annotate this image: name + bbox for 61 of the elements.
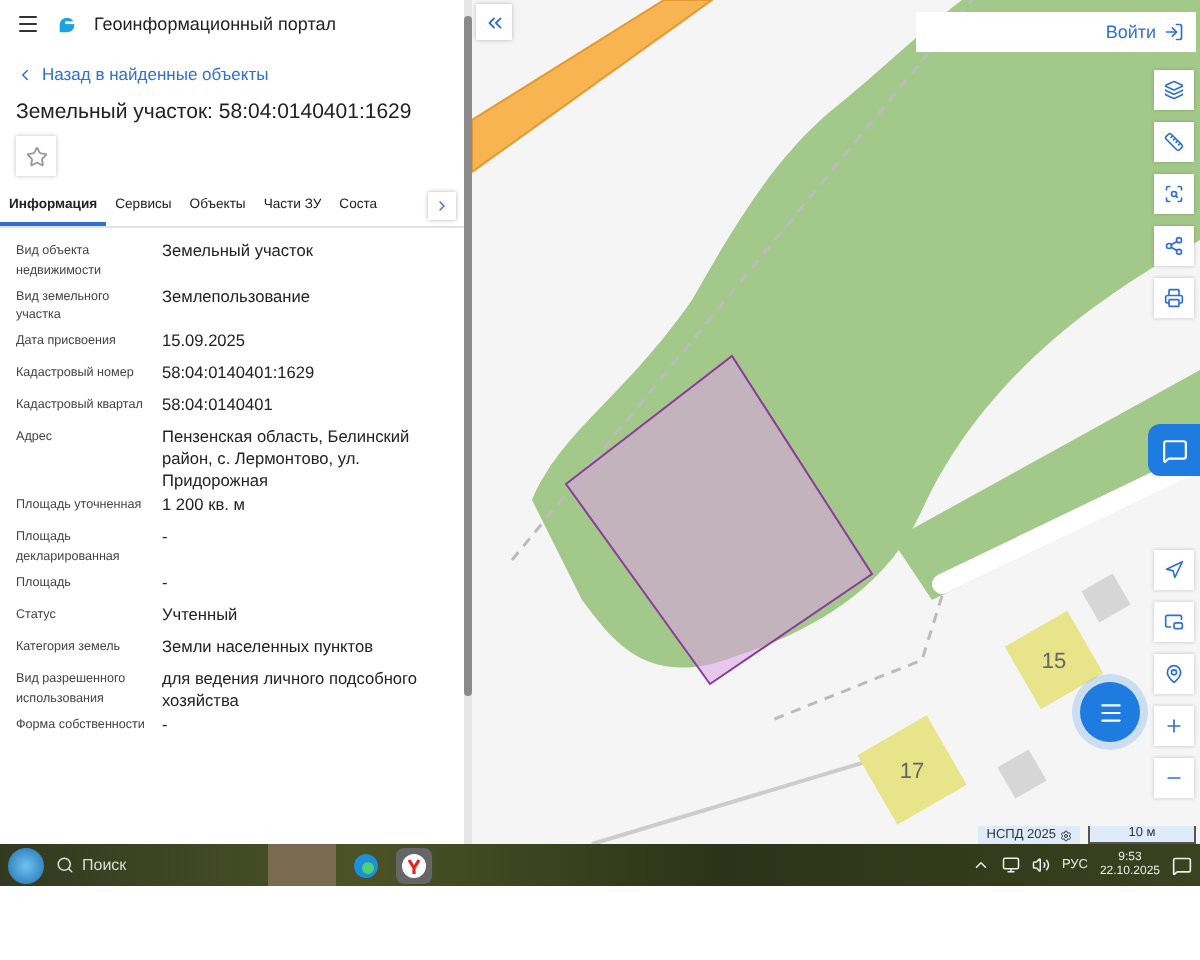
browser-taskbar-icon[interactable] [396,847,432,883]
property-value: 1 200 кв. м [162,494,247,517]
favorite-button[interactable] [16,136,56,176]
share-icon [1164,236,1184,256]
double-chevron-left-icon [483,11,505,33]
property-value: 58:04:0140401:1629 [162,362,317,384]
notifications-icon [1172,855,1192,875]
map-tool-button[interactable] [1154,226,1194,266]
photo-placeholder [268,844,336,886]
zoom-in-icon [1164,716,1184,736]
scrollbar[interactable] [464,0,472,844]
network-icon [1001,856,1020,874]
collapse-panel-button[interactable] [476,4,512,40]
login-button[interactable]: Войти [916,12,1196,52]
chat-button[interactable] [1080,682,1140,742]
gear-icon [1060,829,1072,841]
building-number: 17 [899,760,925,784]
map-tool-button[interactable] [1154,602,1194,642]
object-title: Земельный участок: 58:04:0140401:1629 [14,98,414,128]
menu-lines-icon [1097,699,1123,725]
picture-in-picture-icon [1164,612,1184,632]
map-tool-button[interactable] [1154,174,1194,214]
map-tool-button[interactable] [1154,70,1194,110]
map-tool-button[interactable] [1154,278,1194,318]
speech-bubble-icon [1161,437,1187,463]
menu-icon[interactable] [16,12,40,36]
feedback-tab[interactable] [1148,424,1200,476]
property-value: Землепользование [162,285,312,307]
select-area-icon [1164,184,1184,204]
building-number: 15 [1041,650,1067,674]
volume-icon [1031,856,1050,874]
navigation-arrow-icon [1164,560,1184,580]
star-icon [25,145,47,167]
property-value: Земельный участок [162,240,316,262]
chevron-left-icon [16,65,34,83]
property-value: Земли населенных пунктов [162,635,376,658]
print-icon [1164,288,1184,308]
map-tool-button[interactable] [1154,550,1194,590]
map-tool-button[interactable] [1154,706,1194,746]
start-button[interactable] [8,847,44,883]
portal-logo-icon [56,13,78,35]
chevron-right-icon [434,198,450,214]
map-pin-icon [1164,664,1184,684]
app-title: Геоинформационный портал [94,14,336,34]
property-value: - [162,714,170,737]
map-tool-button[interactable] [1154,122,1194,162]
login-icon [1164,22,1184,42]
layers-icon [1164,80,1184,100]
land-parcel[interactable] [564,354,874,686]
property-value: 15.09.2025 [162,330,248,352]
ruler-icon [1164,132,1184,152]
map-tool-button[interactable] [1154,654,1194,694]
property-value: - [162,526,170,549]
property-value: - [162,571,170,594]
property-value: 58:04:0140401 [162,394,275,416]
property-value: Пензенская область, Белинский район, с. Лермонтово, ул. Придорожная [162,426,412,491]
search-icon [56,856,74,874]
property-value: для ведения личного подсобного хозяйства [162,667,419,711]
back-link[interactable]: Назад в найденные объекты [0,48,464,92]
property-value: Учтенный [162,603,240,626]
taskbar-search[interactable]: Поиск [56,856,256,874]
